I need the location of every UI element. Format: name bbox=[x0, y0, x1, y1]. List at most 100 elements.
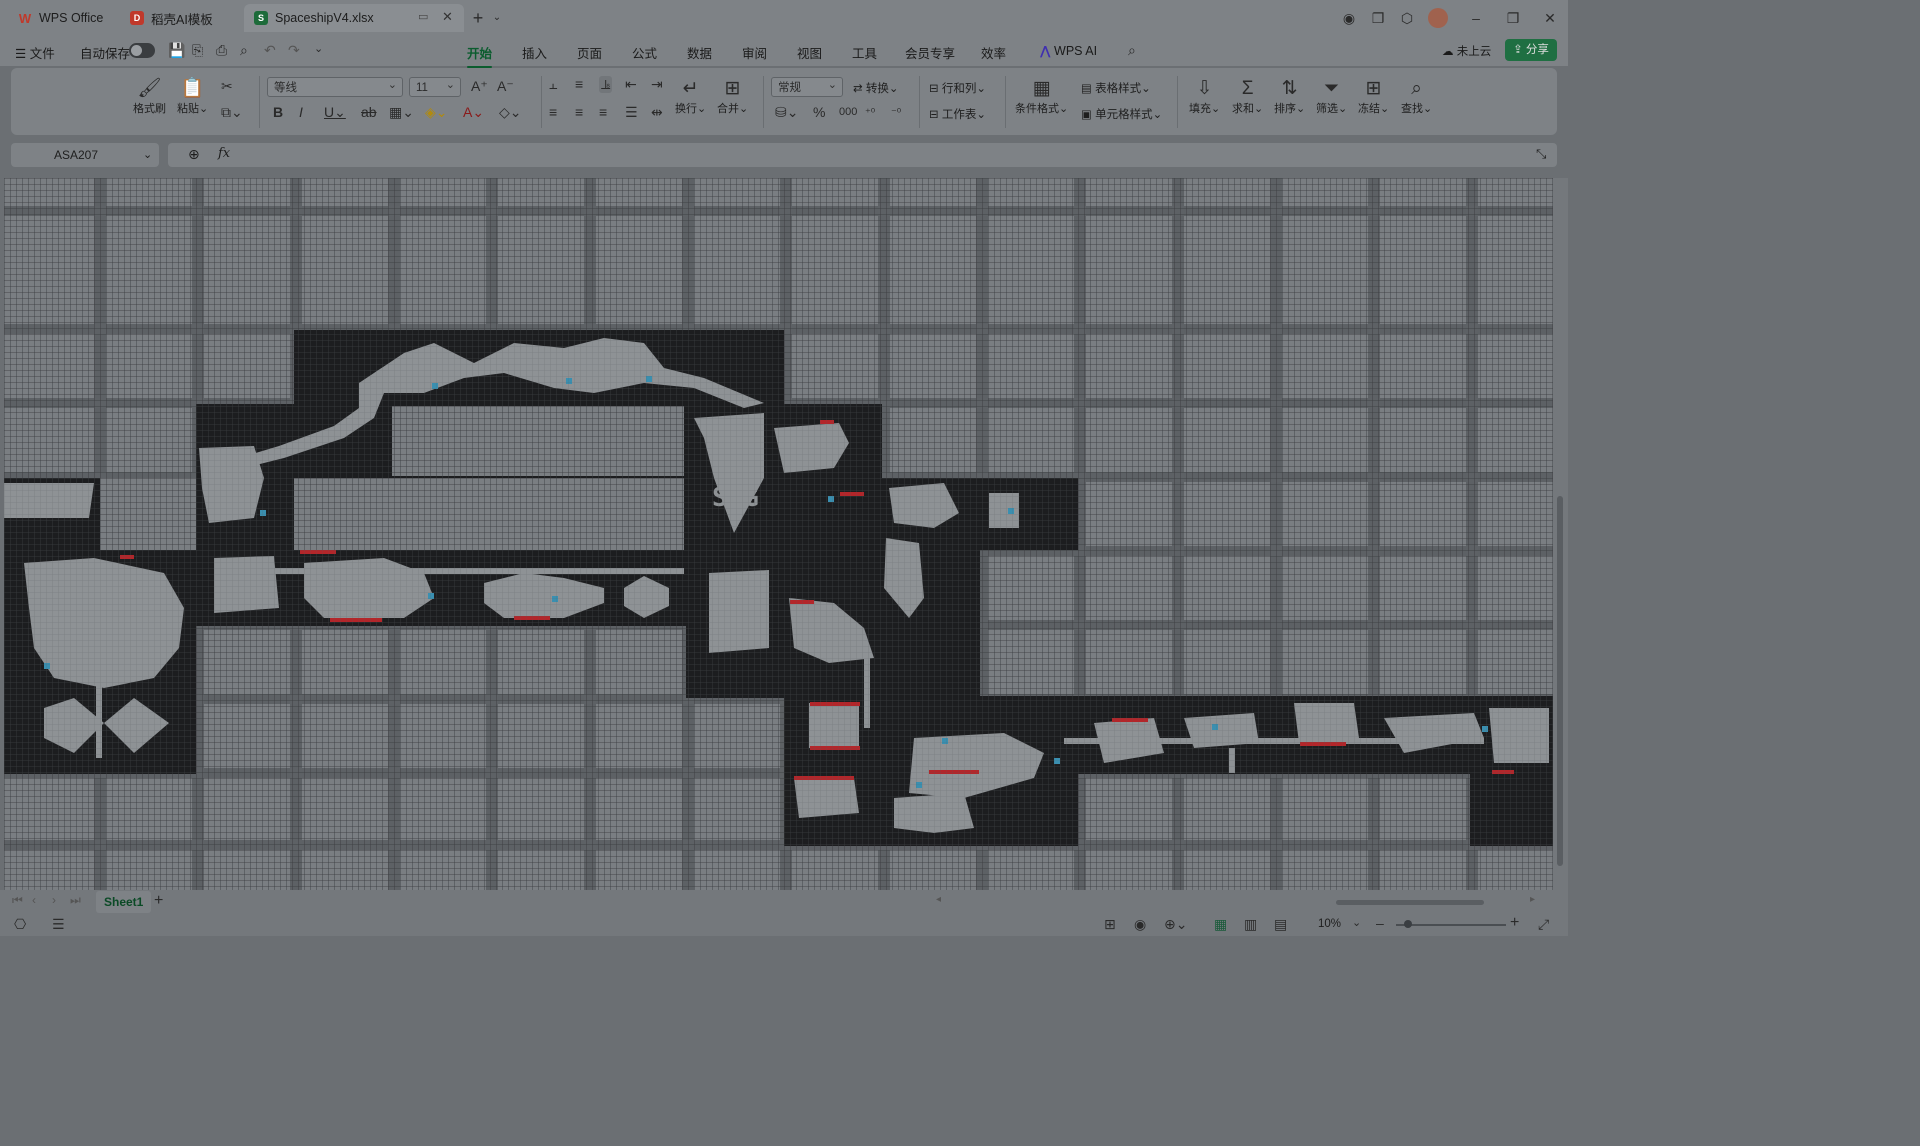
tab-wps-office[interactable]: W WPS Office bbox=[8, 4, 120, 32]
horizontal-scroll-thumb[interactable] bbox=[1336, 900, 1484, 905]
print-icon[interactable]: ⎙ bbox=[216, 42, 227, 59]
fullscreen-icon[interactable]: ⤢ bbox=[1538, 916, 1549, 933]
crosshair-icon[interactable]: ⊕⌄ bbox=[1164, 916, 1187, 933]
chevron-down-icon[interactable]: ⌄ bbox=[143, 143, 152, 167]
strikethrough-icon[interactable]: ab bbox=[361, 104, 377, 120]
tab-docer[interactable]: D 稻壳AI模板 bbox=[120, 4, 238, 32]
tab-monitor-icon[interactable]: ▭ bbox=[418, 10, 428, 23]
assistant-icon[interactable]: ◉ bbox=[1339, 8, 1359, 28]
zoom-in-icon[interactable]: + bbox=[1510, 914, 1519, 932]
justify-icon[interactable]: ☰ bbox=[625, 104, 638, 121]
wps-ai-button[interactable]: ⋀ WPS AI bbox=[1040, 43, 1097, 58]
fx-icon[interactable]: fx bbox=[218, 146, 230, 161]
page-break-view-icon[interactable]: ▥ bbox=[1244, 916, 1257, 933]
name-box[interactable]: ASA207 ⌄ bbox=[11, 143, 159, 167]
indent-increase-icon[interactable]: ⇥ bbox=[651, 76, 663, 93]
chevron-down-icon[interactable]: ⌄ bbox=[314, 42, 323, 55]
percent-icon[interactable]: % bbox=[813, 104, 825, 120]
underline-icon[interactable]: U⌄ bbox=[324, 104, 346, 121]
fill-button[interactable]: ⇩ 填充⌄ bbox=[1189, 78, 1220, 116]
format-painter-button[interactable]: 🖌 格式刷 bbox=[133, 78, 166, 116]
align-bottom-icon[interactable]: ⫡ bbox=[599, 76, 613, 93]
decrease-font-icon[interactable]: A⁻ bbox=[497, 78, 514, 95]
clear-icon[interactable]: ◇⌄ bbox=[499, 104, 522, 121]
number-format-select[interactable]: 常规 bbox=[771, 75, 843, 97]
sheet-tab-sheet1[interactable]: Sheet1 bbox=[96, 891, 152, 913]
increase-font-icon[interactable]: A⁺ bbox=[471, 78, 488, 95]
cloud-status[interactable]: ☁ 未上云 bbox=[1442, 43, 1491, 59]
font-color-icon[interactable]: A⌄ bbox=[463, 104, 484, 121]
find-button[interactable]: ⌕ 查找⌄ bbox=[1401, 78, 1432, 116]
window-icon[interactable]: ❐ bbox=[1368, 8, 1388, 28]
tab-review[interactable]: 审阅 bbox=[742, 43, 767, 62]
border-icon[interactable]: ▦⌄ bbox=[389, 104, 414, 121]
last-sheet-icon[interactable]: ⏭ bbox=[70, 893, 81, 908]
new-tab-button[interactable]: + bbox=[468, 8, 488, 28]
formula-bar[interactable]: ⊕ fx ⤡ bbox=[168, 143, 1557, 167]
close-icon[interactable]: ✕ bbox=[442, 9, 453, 25]
font-size-select[interactable]: 11 bbox=[409, 75, 461, 97]
export-icon[interactable]: ⎘ bbox=[192, 42, 203, 59]
bold-icon[interactable]: B bbox=[273, 104, 283, 120]
cond-format-button[interactable]: ▦ 条件格式⌄ bbox=[1015, 78, 1068, 116]
rows-cols-button[interactable]: ⊟ 行和列⌄ bbox=[929, 80, 986, 96]
scroll-left-icon[interactable]: ◂ bbox=[936, 894, 941, 905]
page-layout-view-icon[interactable]: ▤ bbox=[1274, 916, 1287, 933]
undo-icon[interactable]: ↶ bbox=[264, 42, 276, 59]
tab-member[interactable]: 会员专享 bbox=[905, 43, 955, 62]
copy-icon[interactable]: ⧉⌄ bbox=[221, 104, 243, 121]
zoom-level[interactable]: 10% bbox=[1318, 918, 1341, 930]
font-name-select[interactable]: 等线 bbox=[267, 75, 403, 97]
tab-home[interactable]: 开始 bbox=[467, 43, 493, 68]
zoom-formula-icon[interactable]: ⊕ bbox=[188, 146, 200, 163]
macro-icon[interactable]: ⎔ bbox=[14, 916, 26, 933]
indent-decrease-icon[interactable]: ⇤ bbox=[625, 76, 637, 93]
minimize-button[interactable]: – bbox=[1466, 8, 1486, 28]
scroll-right-icon[interactable]: ▸ bbox=[1530, 894, 1535, 905]
tab-insert[interactable]: 插入 bbox=[522, 43, 547, 62]
save-icon[interactable]: 💾 bbox=[168, 42, 185, 59]
zoom-slider[interactable] bbox=[1396, 920, 1506, 928]
restore-button[interactable]: ❐ bbox=[1503, 8, 1523, 28]
tab-efficiency[interactable]: 效率 bbox=[981, 43, 1006, 62]
prev-sheet-icon[interactable]: ‹ bbox=[32, 893, 36, 907]
convert-button[interactable]: ⇄ 转换⌄ bbox=[853, 80, 898, 96]
autosave-toggle[interactable] bbox=[129, 43, 155, 58]
zoom-out-icon[interactable]: – bbox=[1376, 915, 1384, 931]
sum-button[interactable]: Σ 求和⌄ bbox=[1232, 78, 1263, 116]
align-left-icon[interactable]: ≡ bbox=[549, 104, 557, 120]
thousands-icon[interactable]: 000 bbox=[839, 106, 857, 118]
scroll-thumb[interactable] bbox=[1557, 496, 1563, 866]
align-top-icon[interactable]: ⫠ bbox=[549, 76, 557, 93]
table-style-button[interactable]: ▤ 表格样式⌄ bbox=[1081, 80, 1151, 96]
align-right-icon[interactable]: ≡ bbox=[599, 104, 607, 120]
italic-icon[interactable]: I bbox=[299, 104, 303, 120]
sheet-grid[interactable]: SBG bbox=[4, 178, 1553, 890]
avatar[interactable] bbox=[1428, 8, 1448, 28]
cut-icon[interactable]: ✂ bbox=[221, 78, 233, 95]
freeze-button[interactable]: ⊞ 冻结⌄ bbox=[1358, 78, 1389, 116]
vertical-scrollbar[interactable] bbox=[1553, 178, 1568, 890]
filter-button[interactable]: ⏷ 筛选⌄ bbox=[1316, 78, 1347, 116]
accessibility-icon[interactable]: ☰ bbox=[52, 916, 65, 933]
fill-color-icon[interactable]: ◈⌄ bbox=[425, 104, 448, 121]
decrease-decimal-icon[interactable]: ⁻⁰ bbox=[891, 106, 901, 119]
normal-view-icon[interactable]: ▦ bbox=[1214, 916, 1227, 933]
add-sheet-button[interactable]: + bbox=[154, 892, 163, 910]
first-sheet-icon[interactable]: ⏮ bbox=[12, 893, 23, 908]
chevron-down-icon[interactable]: ⌄ bbox=[487, 8, 507, 28]
zoom-slider-knob[interactable] bbox=[1404, 920, 1412, 928]
wrap-button[interactable]: ↵ 换行⌄ bbox=[675, 78, 706, 116]
tab-formula[interactable]: 公式 bbox=[632, 43, 657, 62]
protect-icon[interactable]: ⊞ bbox=[1104, 916, 1116, 933]
merge-button[interactable]: ⊞ 合并⌄ bbox=[717, 78, 748, 116]
increase-decimal-icon[interactable]: ⁺⁰ bbox=[865, 106, 875, 119]
next-sheet-icon[interactable]: › bbox=[52, 893, 56, 907]
tab-page[interactable]: 页面 bbox=[577, 43, 602, 62]
tab-tools[interactable]: 工具 bbox=[852, 43, 877, 62]
align-middle-icon[interactable]: ≡ bbox=[575, 76, 583, 92]
share-button[interactable]: ⇪ 分享 bbox=[1505, 39, 1557, 61]
file-menu[interactable]: ☰ 文件 bbox=[15, 43, 55, 62]
formula-expand-icon[interactable]: ⤡ bbox=[1536, 146, 1546, 162]
search-icon[interactable]: ⌕ bbox=[1128, 42, 1136, 59]
